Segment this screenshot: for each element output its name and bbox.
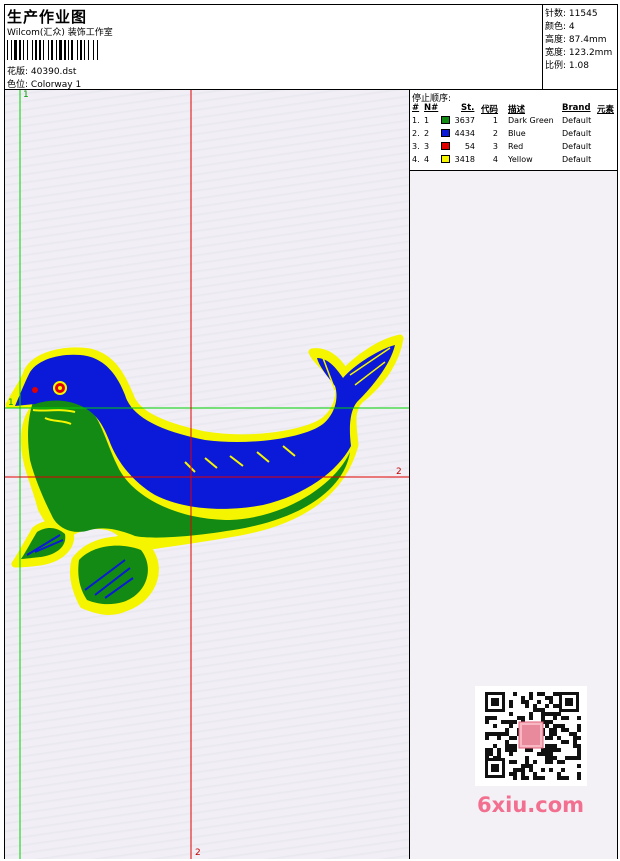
studio-name: Wilcom(汇众) 装饰工作室 [7, 28, 113, 38]
row-stitches: 3637 [454, 116, 475, 125]
row-stitches: 4434 [454, 129, 475, 138]
row-index: 4. [412, 155, 420, 164]
row-brand: Default [562, 129, 592, 138]
stop-sequence: 停止顺序: # N# St. 代码 描述 Brand 元素 1. 1 3637 1 Da… [410, 90, 617, 171]
col-needle: N# [424, 103, 439, 113]
h-red-guide-label: 2 [396, 467, 402, 477]
design-value: 40390.dst [30, 67, 77, 77]
row-stitches: 54 [464, 142, 475, 151]
design-canvas: 1 1 2 2 [5, 90, 410, 859]
row-needle: 1 [424, 116, 430, 125]
colorway: 色位: Colorway 1 [7, 77, 81, 90]
row-brand: Default [562, 116, 592, 125]
row-stitches: 3418 [454, 155, 475, 164]
v-red-guide-label: 2 [195, 848, 201, 858]
row-needle: 3 [424, 142, 430, 151]
watermark-qr [475, 686, 587, 786]
row-code: 2 [492, 129, 498, 138]
stop-row: 2. 2 4434 2 Blue Default [410, 129, 617, 141]
barcode [7, 40, 98, 60]
color-swatch [441, 129, 450, 137]
color-count: 颜色: 4 [545, 22, 575, 32]
stop-row: 4. 4 3418 4 Yellow Default [410, 155, 617, 167]
stop-row: 3. 3 54 3 Red Default [410, 142, 617, 154]
row-needle: 2 [424, 129, 430, 138]
row-desc: Blue [508, 129, 526, 138]
h-green-guide-label: 1 [8, 398, 14, 408]
info-panel: 停止顺序: # N# St. 代码 描述 Brand 元素 1. 1 3637 1 Da… [410, 90, 617, 859]
seal-embroidery [5, 90, 409, 859]
qr-code [485, 692, 581, 780]
colorway-value: Colorway 1 [30, 80, 82, 90]
production-sheet: 生产作业图 Wilcom(汇众) 装饰工作室 花版: 40390.dst 色位:… [4, 4, 618, 859]
col-index: # [412, 103, 420, 113]
row-index: 2. [412, 129, 420, 138]
stats-panel: 针数: 11545 颜色: 4 高度: 87.4mm 宽度: 123.2mm 比… [542, 5, 618, 89]
row-desc: Red [508, 142, 524, 151]
design-file: 花版: 40390.dst [7, 64, 76, 77]
stitch-count: 针数: 11545 [545, 9, 598, 19]
color-swatch [441, 116, 450, 124]
v-green-guide-label: 1 [23, 90, 29, 100]
row-code: 1 [492, 116, 498, 125]
color-swatch [441, 142, 450, 150]
row-desc: Dark Green [508, 116, 554, 125]
col-element: 元素 [597, 105, 615, 115]
row-index: 1. [412, 116, 420, 125]
stop-row: 1. 1 3637 1 Dark Green Default [410, 116, 617, 128]
header: 生产作业图 Wilcom(汇众) 装饰工作室 花版: 40390.dst 色位:… [5, 5, 617, 90]
row-code: 3 [492, 142, 498, 151]
colorway-label: 色位: [7, 80, 29, 90]
page-title: 生产作业图 [7, 8, 88, 26]
row-brand: Default [562, 155, 592, 164]
scale-value: 比例: 1.08 [545, 61, 589, 71]
width-value: 宽度: 123.2mm [545, 48, 613, 58]
height-value: 高度: 87.4mm [545, 35, 607, 45]
row-needle: 4 [424, 155, 430, 164]
col-code: 代码 [481, 105, 499, 115]
row-brand: Default [562, 142, 592, 151]
row-code: 4 [492, 155, 498, 164]
col-desc: 描述 [508, 105, 526, 115]
row-desc: Yellow [508, 155, 533, 164]
color-swatch [441, 155, 450, 163]
row-index: 3. [412, 142, 420, 151]
watermark-brand: 6xiu.com [477, 793, 585, 817]
col-brand: Brand [562, 103, 591, 113]
col-stitches: St. [461, 103, 475, 113]
design-label: 花版: [7, 67, 29, 77]
